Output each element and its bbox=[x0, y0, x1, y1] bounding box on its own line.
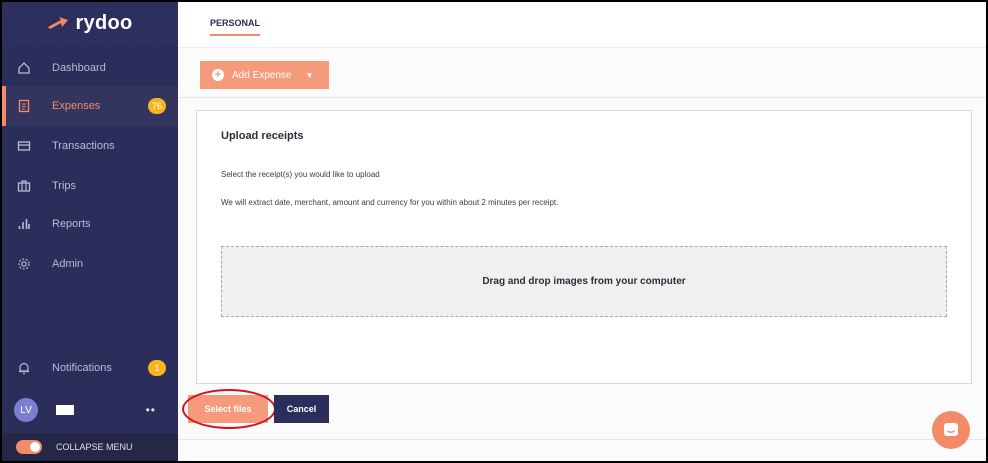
top-bar: PERSONAL bbox=[178, 2, 986, 48]
rydoo-arrow-icon bbox=[48, 17, 69, 29]
upload-instructions: Select the receipt(s) you would like to … bbox=[221, 170, 380, 179]
gear-icon bbox=[16, 256, 32, 272]
sidebar-item-dashboard[interactable]: Dashboard bbox=[2, 48, 178, 88]
dropzone-label: Drag and drop images from your computer bbox=[482, 276, 686, 287]
brand-name: rydoo bbox=[75, 11, 133, 34]
collapse-menu[interactable]: COLLAPSE MENU bbox=[2, 433, 178, 461]
plus-circle-icon: + bbox=[212, 69, 224, 81]
divider bbox=[178, 439, 986, 440]
sidebar: rydoo Dashboard Expenses 76 Transactions bbox=[2, 2, 178, 461]
receipt-icon bbox=[16, 98, 32, 114]
bar-chart-icon bbox=[16, 216, 32, 232]
brand-logo[interactable]: rydoo bbox=[2, 2, 178, 44]
main-content: PERSONAL + Add Expense ▼ Upload receipts… bbox=[178, 2, 986, 461]
tab-personal[interactable]: PERSONAL bbox=[210, 18, 261, 36]
add-expense-button[interactable]: + Add Expense ▼ bbox=[200, 61, 329, 89]
sidebar-item-admin[interactable]: Admin bbox=[2, 244, 178, 284]
dropzone[interactable]: Drag and drop images from your computer bbox=[221, 246, 947, 317]
avatar[interactable]: LV bbox=[14, 398, 38, 422]
upload-extraction-note: We will extract date, merchant, amount a… bbox=[221, 198, 559, 207]
expenses-count-badge: 76 bbox=[147, 98, 166, 114]
cancel-label: Cancel bbox=[286, 404, 317, 414]
divider bbox=[178, 97, 986, 98]
sidebar-item-trips[interactable]: Trips bbox=[2, 166, 178, 206]
sidebar-item-label: Transactions bbox=[52, 140, 115, 152]
sidebar-item-reports[interactable]: Reports bbox=[2, 204, 178, 244]
suitcase-icon bbox=[16, 178, 32, 194]
sidebar-item-label: Expenses bbox=[52, 100, 101, 112]
chat-launcher-button[interactable] bbox=[932, 411, 970, 449]
user-menu-dots[interactable]: •• bbox=[146, 403, 156, 417]
chat-icon bbox=[944, 423, 958, 436]
user-menu[interactable]: LV •• bbox=[2, 392, 178, 428]
sidebar-item-label: Admin bbox=[52, 258, 84, 270]
credit-card-icon bbox=[16, 138, 32, 154]
collapse-toggle[interactable] bbox=[16, 440, 42, 454]
user-name-redacted bbox=[56, 405, 74, 415]
select-files-button[interactable]: Select files bbox=[188, 395, 268, 423]
app-window: rydoo Dashboard Expenses 76 Transactions bbox=[0, 0, 988, 463]
bell-icon bbox=[16, 360, 32, 376]
notifications-count-badge: 1 bbox=[148, 360, 166, 376]
sidebar-item-transactions[interactable]: Transactions bbox=[2, 126, 178, 166]
sidebar-item-label: Dashboard bbox=[52, 62, 106, 74]
upload-panel: Upload receipts Select the receipt(s) yo… bbox=[196, 110, 972, 384]
cancel-button[interactable]: Cancel bbox=[274, 395, 329, 423]
sidebar-item-label: Reports bbox=[52, 218, 91, 230]
home-icon bbox=[16, 60, 32, 76]
sidebar-item-notifications[interactable]: Notifications 1 bbox=[2, 348, 178, 388]
add-expense-label: Add Expense bbox=[232, 69, 292, 81]
upload-title: Upload receipts bbox=[221, 130, 304, 142]
sidebar-item-expenses[interactable]: Expenses 76 bbox=[2, 86, 178, 126]
select-files-label: Select files bbox=[204, 404, 252, 414]
sidebar-item-label: Notifications bbox=[52, 362, 112, 374]
sidebar-item-label: Trips bbox=[52, 180, 77, 192]
chevron-down-icon: ▼ bbox=[305, 70, 314, 80]
collapse-menu-label: COLLAPSE MENU bbox=[56, 442, 133, 452]
